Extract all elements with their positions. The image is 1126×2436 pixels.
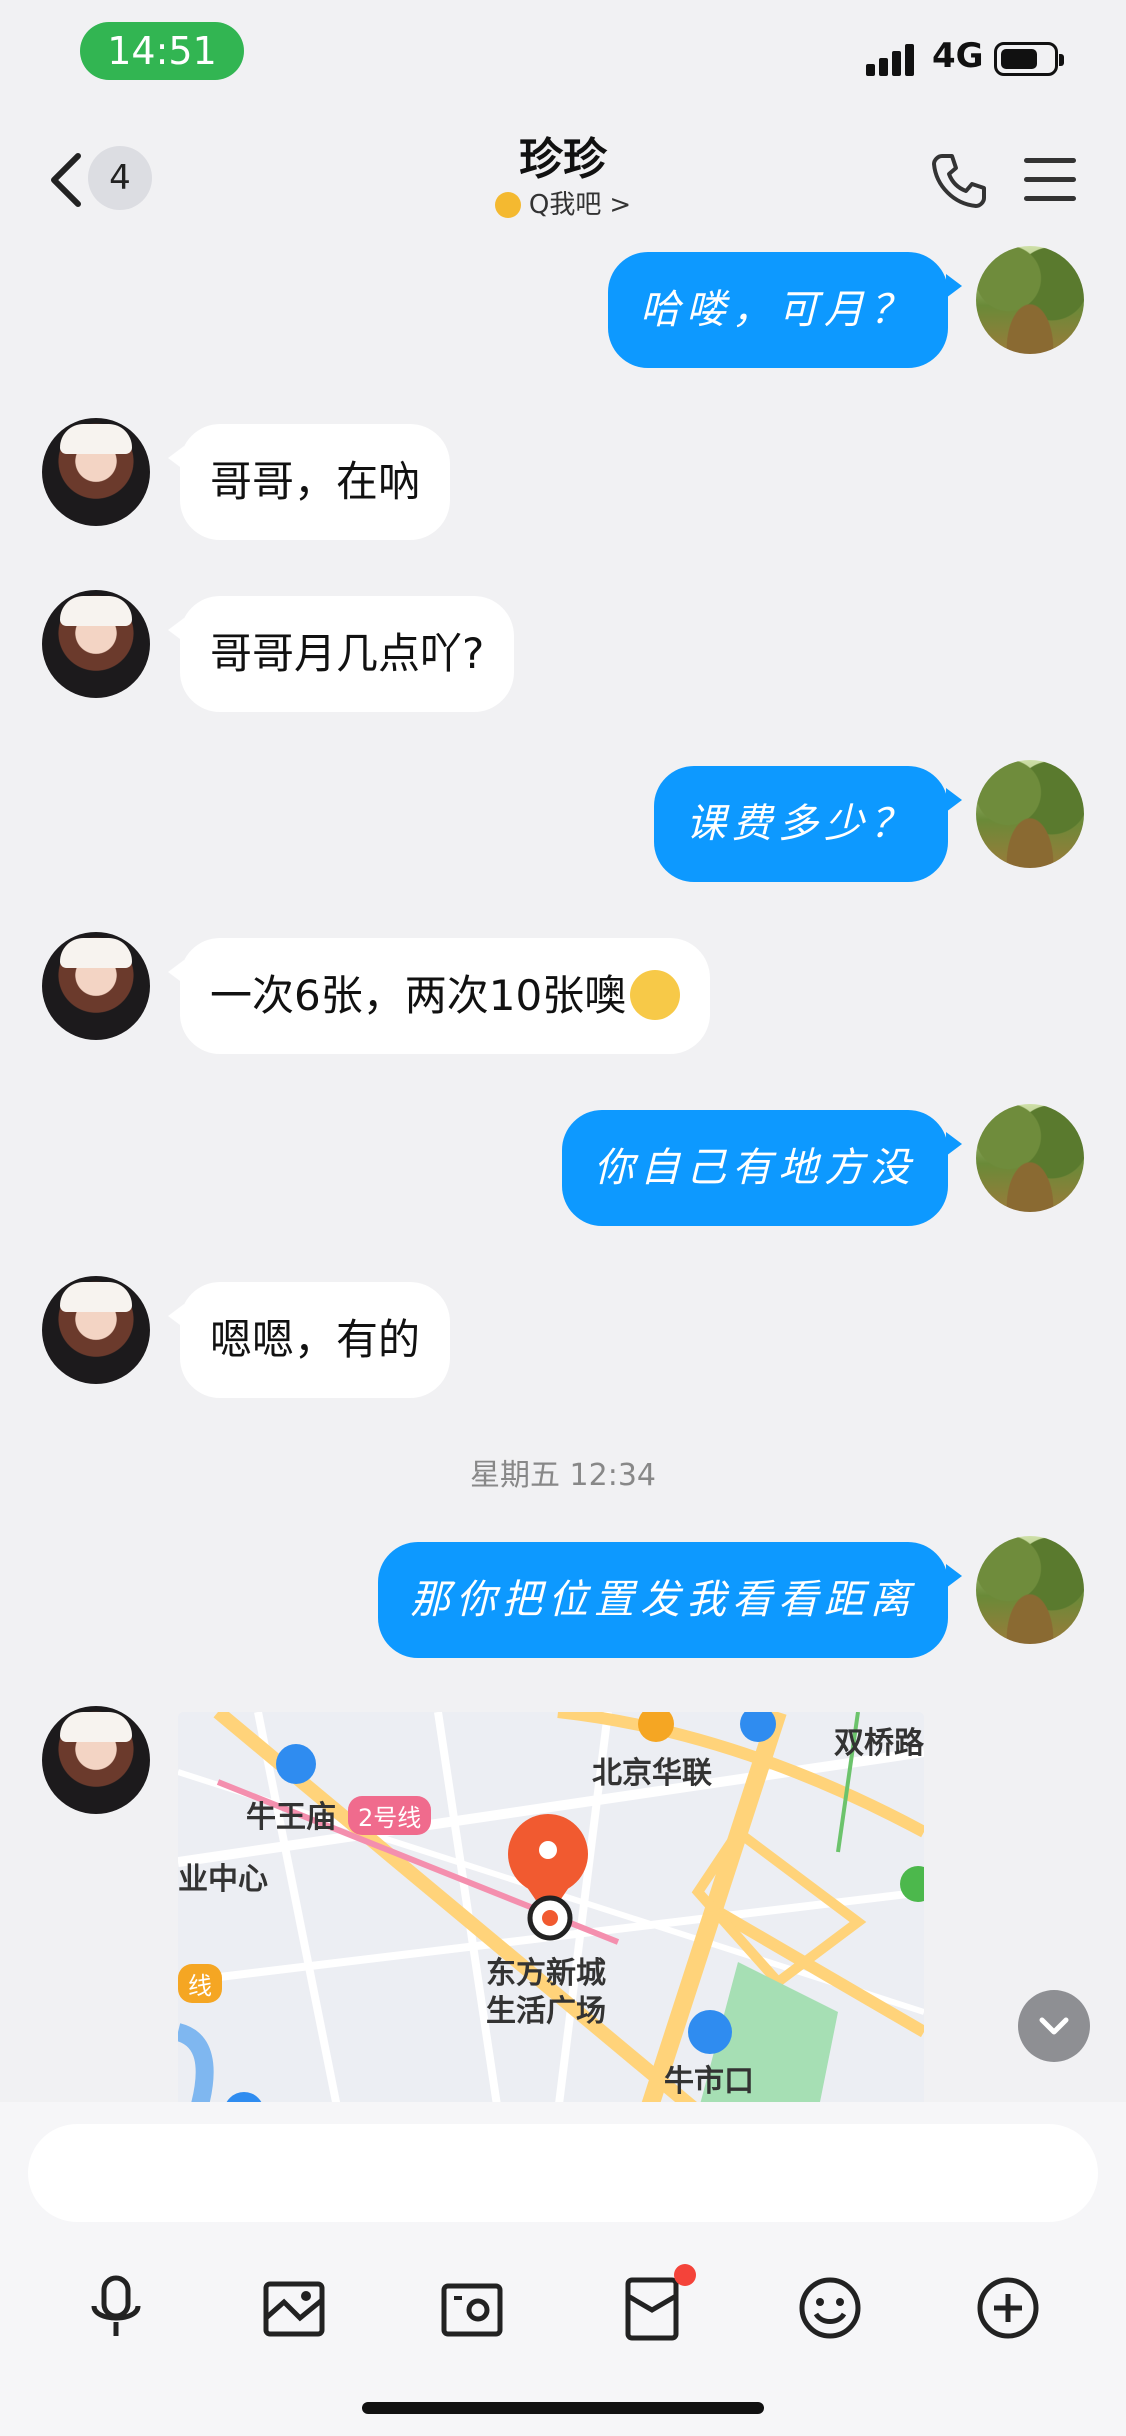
my-avatar[interactable]	[976, 1104, 1084, 1212]
microphone-icon[interactable]	[80, 2272, 152, 2344]
metro-line-badge: 线	[178, 1964, 222, 2003]
chevron-right-icon: >	[609, 190, 632, 220]
red-packet-button[interactable]	[616, 2264, 696, 2344]
map-label: 双桥路	[834, 1726, 924, 1761]
contact-avatar[interactable]	[42, 418, 150, 526]
smile-emoji-icon	[494, 192, 521, 218]
my-avatar[interactable]	[976, 246, 1084, 354]
my-avatar[interactable]	[976, 760, 1084, 868]
signal-icon	[866, 42, 918, 76]
chat-subtitle[interactable]: Q我吧 >	[363, 188, 763, 222]
chat-title-block[interactable]: 珍珍 Q我吧 >	[363, 132, 763, 222]
battery-icon	[994, 42, 1064, 76]
subtitle-text: Q我吧	[528, 190, 602, 220]
map-label: 北京华联	[592, 1756, 712, 1791]
metro-line-badge: 2号线	[348, 1796, 432, 1835]
menu-icon[interactable]	[1024, 156, 1076, 204]
message-input[interactable]	[28, 2124, 1098, 2222]
outgoing-message[interactable]: 哈喽，可月？	[608, 252, 962, 368]
incoming-message[interactable]: 嗯嗯，有的	[167, 1282, 451, 1398]
map-roads	[178, 1712, 924, 2102]
chevron-down-icon	[1039, 2017, 1069, 2035]
incoming-message[interactable]: 一次6张，两次10张噢	[167, 938, 711, 1054]
message-timestamp: 星期五 12:34	[470, 1458, 656, 1493]
page-title: 珍珍	[519, 134, 607, 185]
camera-icon[interactable]	[436, 2272, 508, 2344]
contact-avatar[interactable]	[42, 1706, 150, 1814]
emoji-icon[interactable]	[794, 2272, 866, 2344]
network-type: 4G	[932, 36, 984, 76]
outgoing-message[interactable]: 课费多少？	[654, 766, 962, 882]
map-label: 业中心	[178, 1862, 268, 1897]
composer	[0, 2102, 1126, 2436]
shy-face-emoji-icon	[630, 969, 681, 1020]
map-label: 牛王庙	[246, 1800, 336, 1835]
outgoing-message[interactable]: 你自己有地方没	[562, 1110, 962, 1226]
incoming-message[interactable]: 哥哥月几点吖?	[167, 596, 515, 712]
unread-count-badge[interactable]: 4	[88, 146, 152, 210]
scroll-to-bottom-button[interactable]	[1018, 1990, 1090, 2062]
status-time: 14:51	[80, 22, 244, 80]
incoming-message-text: 一次6张，两次10张噢	[210, 971, 627, 1020]
plus-icon[interactable]	[972, 2272, 1044, 2344]
home-indicator[interactable]	[362, 2402, 764, 2414]
map-label: 牛市口	[664, 2064, 754, 2099]
contact-avatar[interactable]	[42, 932, 150, 1040]
status-bar: 14:51 4G	[0, 0, 1126, 120]
chat-header: 4 珍珍 Q我吧 >	[0, 120, 1126, 240]
image-icon[interactable]	[258, 2272, 330, 2344]
map-label: 生活广场	[486, 1994, 606, 2029]
contact-avatar[interactable]	[42, 1276, 150, 1384]
back-chevron-icon[interactable]	[46, 150, 86, 210]
contact-avatar[interactable]	[42, 590, 150, 698]
my-avatar[interactable]	[976, 1536, 1084, 1644]
location-map-card[interactable]: 北京华联 双桥路 牛王庙 2号线 业中心 线 东方新城 生活广场 牛市口	[178, 1712, 924, 2102]
phone-icon[interactable]	[928, 150, 988, 210]
incoming-message[interactable]: 哥哥，在吶	[167, 424, 451, 540]
message-list[interactable]: 哈喽，可月？ 哥哥，在吶 哥哥月几点吖? 课费多少？ 一次6张，两次10张噢 你…	[0, 240, 1126, 2102]
notification-dot	[674, 2264, 696, 2286]
outgoing-message[interactable]: 那你把位置发我看看距离	[378, 1542, 962, 1658]
